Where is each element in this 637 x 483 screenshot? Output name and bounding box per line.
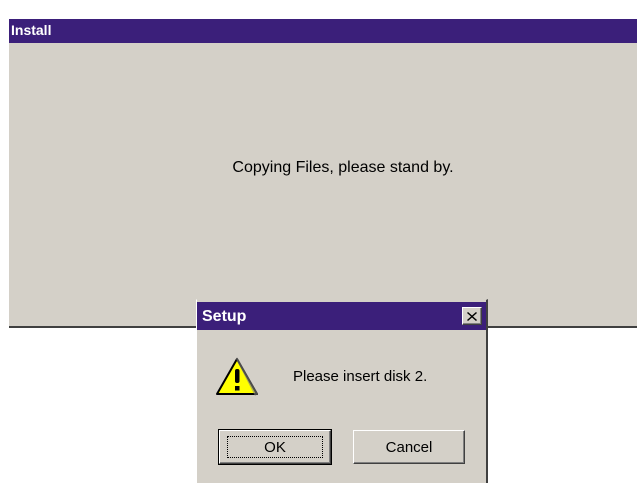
install-title: Install <box>11 22 52 38</box>
ok-button-label: OK <box>227 436 323 458</box>
install-window: Install Copying Files, please stand by. <box>9 19 637 328</box>
install-titlebar[interactable]: Install <box>9 19 637 43</box>
setup-dialog: Setup Please insert disk 2. OK Cancel <box>196 299 488 483</box>
cancel-label: Cancel <box>385 438 433 456</box>
close-button[interactable] <box>462 307 482 325</box>
close-icon <box>467 311 477 321</box>
warning-icon <box>216 357 258 396</box>
ok-button[interactable]: OK <box>218 429 332 465</box>
ok-label: OK <box>264 438 286 456</box>
install-status-message: Copying Files, please stand by. <box>232 159 454 176</box>
dialog-message: Please insert disk 2. <box>293 368 428 385</box>
setup-title: Setup <box>202 308 247 325</box>
cancel-button[interactable]: Cancel <box>353 430 465 464</box>
setup-titlebar[interactable]: Setup <box>197 302 486 330</box>
